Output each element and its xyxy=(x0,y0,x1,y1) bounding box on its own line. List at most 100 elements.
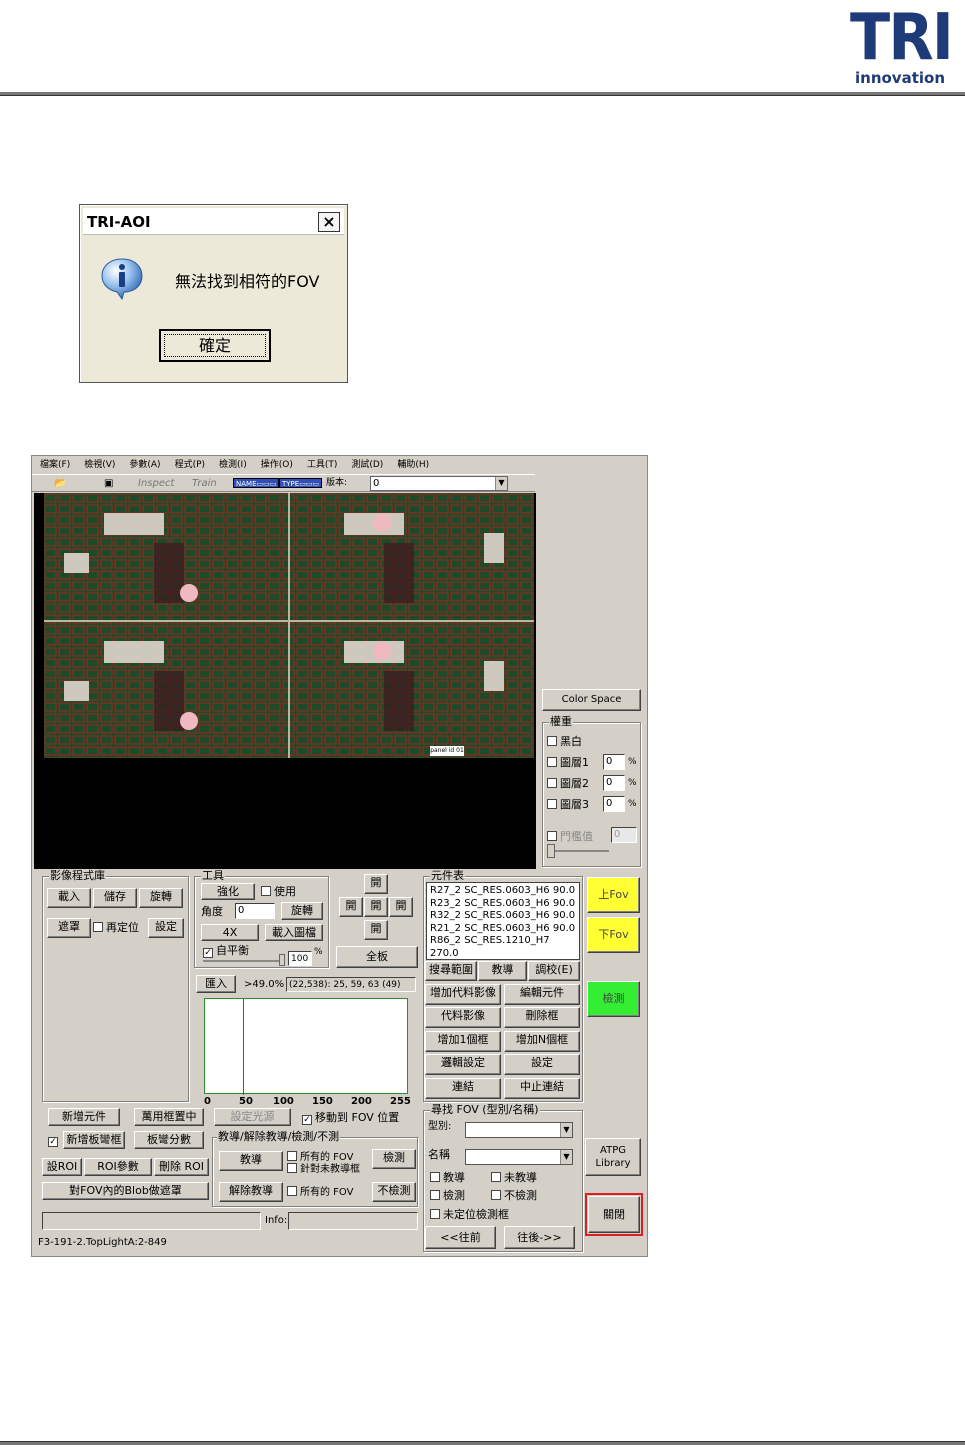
zoom-button[interactable]: 4X xyxy=(201,924,259,941)
type-display-toggle[interactable]: TYPE▭▭▭ xyxy=(279,478,323,488)
down-fov-button[interactable]: 下Fov xyxy=(587,917,640,953)
ok-button[interactable]: 確定 xyxy=(159,329,271,362)
angle-rotate-button[interactable]: 旋轉 xyxy=(281,902,323,920)
replace-image-button[interactable]: 代料影像 xyxy=(425,1007,501,1028)
enhance-button[interactable]: 強化 xyxy=(201,883,255,900)
open-left-button[interactable]: 開 xyxy=(339,897,363,917)
balance-slider-track[interactable] xyxy=(203,960,283,962)
angle-input[interactable]: 0 xyxy=(235,903,275,919)
layer3-checkbox[interactable]: 圖層3 xyxy=(547,799,589,811)
layer3-input[interactable]: 0 xyxy=(603,796,625,812)
move-fov-checkbox[interactable]: ✓ 移動到 FOV 位置 xyxy=(302,1112,399,1125)
edit-component-button[interactable]: 編輯元件 xyxy=(504,984,580,1005)
layer1-checkbox[interactable]: 圖層1 xyxy=(547,757,589,769)
prev-button[interactable]: <<往前 xyxy=(425,1226,496,1249)
open-top-button[interactable]: 開 xyxy=(364,874,388,894)
taught-checkbox[interactable]: 教導 xyxy=(430,1172,465,1184)
teach-button[interactable]: 教導 xyxy=(478,961,527,981)
atpg-library-button[interactable]: ATPG Library xyxy=(585,1138,641,1176)
open-right-button[interactable]: 開 xyxy=(389,897,413,917)
threshold-input[interactable]: 0 xyxy=(611,827,637,843)
reposition-checkbox[interactable]: 再定位 xyxy=(93,922,139,934)
add-replace-image-button[interactable]: 增加代料影像 xyxy=(425,984,501,1005)
calibrate-button[interactable]: 調校(E) xyxy=(528,961,580,981)
mask-button[interactable]: 遮罩 xyxy=(47,918,91,938)
mono-checkbox[interactable]: 黑白 xyxy=(547,736,582,748)
blob-mask-button[interactable]: 對FOV內的Blob做遮罩 xyxy=(42,1182,209,1200)
threshold-slider-track[interactable] xyxy=(547,850,609,852)
open-bottom-button[interactable]: 開 xyxy=(364,920,388,940)
color-space-button[interactable]: Color Space xyxy=(542,689,641,711)
add-n-boxes-button[interactable]: 增加N個框 xyxy=(504,1031,580,1052)
setup-button[interactable]: 設定 xyxy=(504,1054,580,1075)
delete-box-button[interactable]: 刪除框 xyxy=(504,1007,580,1028)
list-item[interactable]: R27_2 SC_RES.0603_H6 90.0 xyxy=(430,885,576,898)
auto-balance-checkbox[interactable]: ✓ 自平衡 xyxy=(203,945,249,958)
load-button[interactable]: 載入 xyxy=(47,888,91,908)
components-list[interactable]: R27_2 SC_RES.0603_H6 90.0 R23_2 SC_RES.0… xyxy=(426,882,580,960)
unlocated-checkbox[interactable]: 未定位檢測框 xyxy=(430,1209,509,1221)
balance-slider-thumb[interactable] xyxy=(279,954,285,966)
list-item[interactable]: R21_2 SC_RES.0603_H6 90.0 xyxy=(430,923,576,936)
image-viewport[interactable]: panel id 01 xyxy=(34,493,536,869)
untrain-button[interactable]: 解除教導 xyxy=(219,1182,283,1202)
delete-roi-button[interactable]: 刪除 ROI xyxy=(154,1158,209,1176)
name-display-toggle[interactable]: NAME▭▭▭ xyxy=(233,478,280,488)
untaught-checkbox[interactable]: 未教導 xyxy=(491,1172,537,1184)
settings-button[interactable]: 設定 xyxy=(148,918,184,938)
load-image-button[interactable]: 載入圖檔 xyxy=(265,924,323,941)
threshold-slider-thumb[interactable] xyxy=(547,844,555,858)
new-board-warp-button[interactable]: 新增板彎框 xyxy=(63,1131,125,1149)
use-checkbox[interactable]: 使用 xyxy=(261,886,296,898)
menu-view[interactable]: 檢視(V) xyxy=(84,456,115,474)
all-fov-untrain-checkbox[interactable]: 所有的 FOV xyxy=(287,1186,353,1199)
list-item[interactable]: R23_2 SC_RES.0603_H6 90.0 xyxy=(430,898,576,911)
menu-help[interactable]: 輔助(H) xyxy=(397,456,429,474)
open-center-button[interactable]: 開 xyxy=(364,897,388,917)
inspect-mode[interactable]: Inspect xyxy=(138,477,174,490)
balance-input[interactable]: 100 xyxy=(288,951,312,966)
open-icon[interactable]: 📂 xyxy=(54,477,66,490)
menu-file[interactable]: 檔案(F) xyxy=(40,456,70,474)
search-range-button[interactable]: 搜尋範圍 xyxy=(425,961,477,981)
layer2-checkbox[interactable]: 圖層2 xyxy=(547,778,589,790)
close-button[interactable]: 關閉 xyxy=(588,1196,640,1233)
type-select[interactable]: ▼ xyxy=(465,1122,573,1138)
import-button[interactable]: 匯入 xyxy=(196,975,236,993)
close-icon[interactable]: × xyxy=(318,212,340,232)
inspected-checkbox[interactable]: 檢測 xyxy=(430,1190,465,1202)
stop-connect-button[interactable]: 中止連結 xyxy=(504,1078,580,1099)
layer1-input[interactable]: 0 xyxy=(603,754,625,770)
roi-params-button[interactable]: ROI參數 xyxy=(84,1158,152,1176)
train-mode[interactable]: Train xyxy=(192,477,217,490)
list-item[interactable]: R32_2 SC_RES.0603_H6 90.0 xyxy=(430,910,576,923)
save-icon[interactable]: ▣ xyxy=(104,477,113,490)
add-one-box-button[interactable]: 增加1個框 xyxy=(425,1031,501,1052)
version-select[interactable]: 0 ▼ xyxy=(370,476,508,491)
menu-params[interactable]: 參數(A) xyxy=(129,456,160,474)
add-component-button[interactable]: 新增元件 xyxy=(48,1108,120,1126)
menu-tools[interactable]: 工具(T) xyxy=(307,456,338,474)
menu-inspect[interactable]: 檢測(I) xyxy=(219,456,247,474)
universal-center-button[interactable]: 萬用框置中 xyxy=(134,1108,204,1126)
inspect-bottom-button[interactable]: 檢測 xyxy=(372,1149,416,1169)
next-button[interactable]: 往後->> xyxy=(504,1226,575,1249)
menu-test[interactable]: 測試(D) xyxy=(351,456,383,474)
inspect-green-button[interactable]: 檢測 xyxy=(587,981,640,1017)
no-inspect-button[interactable]: 不檢測 xyxy=(372,1182,416,1202)
save-button[interactable]: 儲存 xyxy=(93,888,137,908)
connect-button[interactable]: 連結 xyxy=(425,1078,501,1099)
set-roi-button[interactable]: 設ROI xyxy=(42,1158,82,1176)
teach-bottom-button[interactable]: 教導 xyxy=(219,1151,283,1171)
menu-program[interactable]: 程式(P) xyxy=(175,456,205,474)
untaught-only-checkbox[interactable]: 針對未教導框 xyxy=(287,1163,360,1176)
logic-settings-button[interactable]: 邏輯設定 xyxy=(425,1054,501,1075)
warp-score-button[interactable]: 板彎分數 xyxy=(134,1131,204,1149)
menu-operate[interactable]: 操作(O) xyxy=(261,456,293,474)
layer2-input[interactable]: 0 xyxy=(603,775,625,791)
full-board-button[interactable]: 全板 xyxy=(336,946,418,968)
rotate-button[interactable]: 旋轉 xyxy=(139,888,183,908)
not-inspected-checkbox[interactable]: 不檢測 xyxy=(491,1190,537,1202)
name-select[interactable]: ▼ xyxy=(465,1149,573,1165)
threshold-checkbox[interactable]: 門檻值 xyxy=(547,831,593,843)
